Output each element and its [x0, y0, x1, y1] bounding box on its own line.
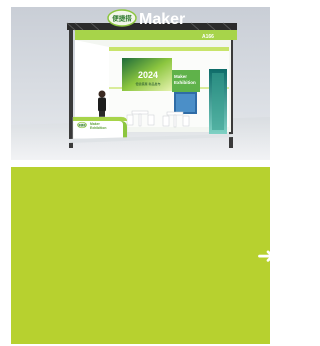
svg-text:便捷搭: 便捷搭 — [78, 123, 86, 127]
booth-render-image: 便捷搭 Maker A166 2024 便捷搭展 新品发布 Maker Exhi… — [11, 7, 270, 160]
arrow-right-icon[interactable]: ➜ — [249, 242, 283, 270]
reception-desk: 便捷搭 Maker Exhibition — [72, 116, 128, 140]
svg-text:便捷搭展 新品发布: 便捷搭展 新品发布 — [136, 81, 161, 86]
brand-logo: 便捷搭 Maker — [107, 9, 185, 28]
truss-leg-left — [69, 30, 73, 148]
svg-text:A166: A166 — [202, 34, 214, 40]
svg-text:Exhibition: Exhibition — [90, 126, 106, 130]
promo-panel[interactable]: ➜ — [11, 167, 275, 344]
person-figure — [98, 90, 106, 120]
svg-text:Exhibition: Exhibition — [174, 80, 196, 85]
svg-text:2024: 2024 — [138, 70, 158, 80]
svg-text:Maker: Maker — [139, 11, 185, 28]
svg-text:便捷搭: 便捷搭 — [112, 14, 132, 23]
svg-text:Maker: Maker — [174, 74, 187, 79]
